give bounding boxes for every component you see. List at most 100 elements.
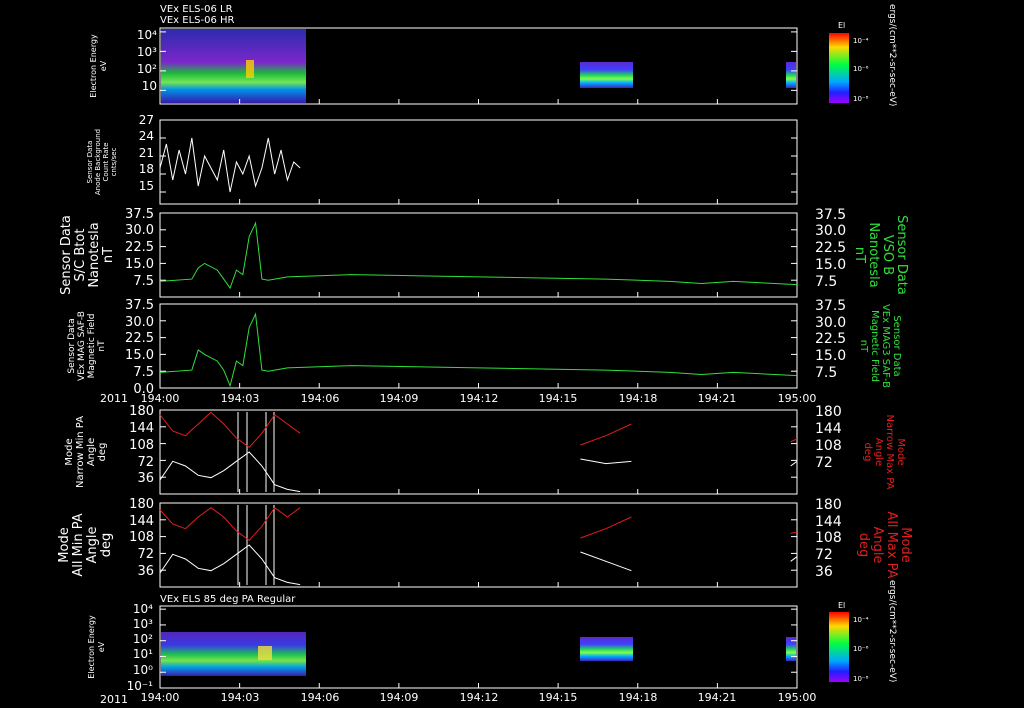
ytick-label: 108 (129, 530, 154, 545)
ylabel-line: nT (101, 247, 116, 263)
panel-6-right-yticks: 36 72 108 144 180 (815, 497, 842, 580)
colorbar-top: El 10⁻⁴ 10⁻⁶ 10⁻⁸ (829, 21, 869, 103)
series-line-green (159, 221, 798, 290)
time-axis-1: 2011 194:00 194:03 194:06 194:09 194:12 … (100, 392, 816, 405)
ylabel-line: Angle (85, 527, 100, 564)
plot-stage: VEx ELS-06 LR VEx ELS-06 HR 10 10² 10³ 1… (57, 4, 913, 706)
right-label-line: deg (862, 443, 873, 462)
right-label-line: Mode (898, 527, 913, 562)
time-tick-label: 194:12 (460, 392, 499, 405)
right-ytick-label: 15.0 (815, 257, 846, 273)
ytick-label: 37.5 (125, 207, 154, 222)
right-label-line: All Max PA (884, 511, 899, 578)
ytick-label: 10² (133, 632, 153, 646)
time-tick-label: 194:06 (301, 691, 340, 704)
ylabel-line: VEx MAG SAF-B (77, 311, 87, 381)
time-tick-label: 194:12 (460, 691, 499, 704)
right-label-line: Angle (873, 438, 884, 466)
ytick-label: 72 (137, 547, 154, 562)
ytick-label: 10 (142, 79, 157, 93)
ylabel-line: deg (99, 533, 114, 558)
time-tick-label: 194:15 (539, 691, 578, 704)
right-label-line: nT (858, 340, 869, 353)
colorbar-bottom: El 10⁻⁴ 10⁻⁶ 10⁻⁸ (829, 601, 869, 683)
right-ytick-label: 180 (815, 404, 842, 420)
pa-spikes (237, 412, 275, 585)
time-tick-label: 194:09 (380, 392, 419, 405)
ylabel-line: Sensor Data (86, 141, 94, 184)
ytick-label: 15 (139, 179, 154, 193)
series-line-white (159, 451, 301, 493)
panel-3-yticks: 7.5 15.0 22.5 30.0 37.5 (125, 207, 154, 289)
ylabel-line: Nanotesla (87, 222, 102, 287)
ytick-label: 10³ (133, 617, 153, 631)
series-line-white (580, 458, 632, 465)
right-ytick-label: 108 (815, 438, 842, 454)
ytick-label: 27 (139, 113, 154, 127)
bottom-title: VEx ELS 85 deg PA Regular (160, 594, 296, 605)
colorbar-label: El (838, 601, 845, 610)
series-line-red (159, 506, 301, 542)
panel-3-ylabel: Sensor Data S/C Btot Nanotesla nT (59, 215, 116, 295)
right-label-line: Magnetic Field (869, 310, 880, 382)
spec-block-lr-3 (786, 62, 796, 88)
series-line-red (790, 531, 798, 534)
ytick-label: 108 (129, 438, 154, 453)
spec-hot-spot (246, 60, 254, 78)
panel-5-right-label: Mode Narrow Max PA Angle deg (862, 415, 906, 490)
colorbar-gradient (829, 33, 849, 103)
panel-7-spectrogram (161, 632, 796, 676)
right-label-line: Sensor Data (894, 215, 909, 295)
series-line-white (159, 137, 301, 193)
data-traces (159, 137, 798, 586)
ytick-label: 7.5 (133, 365, 154, 380)
year-label: 2011 (100, 693, 128, 706)
colorbar-tick: 10⁻⁸ (853, 95, 869, 103)
top-title-1: VEx ELS-06 LR (160, 4, 233, 15)
colorbar-tick: 10⁻⁶ (853, 65, 869, 73)
time-axis-2: 2011 194:00 194:03 194:06 194:09 194:12 … (100, 691, 816, 706)
panel-5-right-yticks: 72 108 144 180 (815, 404, 842, 471)
ytick-label: 72 (137, 455, 154, 470)
series-line-red (159, 411, 301, 449)
series-line-green (159, 312, 798, 388)
ytick-label: 24 (139, 129, 154, 143)
colorbar-unit-label-bottom: ergs/(cm**2-sr-sec-eV) (887, 580, 897, 682)
right-label-line: Mode (895, 438, 906, 465)
right-label-line: nT (852, 247, 867, 263)
right-label-line: VEx MAG3 SAF-B (880, 304, 891, 388)
ytick-label: 10⁰ (133, 663, 153, 677)
spec-block-lr-1 (161, 29, 306, 103)
ytick-label: 144 (129, 514, 154, 529)
ytick-label: 22.5 (125, 331, 154, 346)
colorbar-unit-label-top: ergs/(cm**2-sr-sec-eV) (887, 4, 897, 106)
ytick-label: 7.5 (133, 274, 154, 289)
panel-7-yticks: 10⁻¹ 10⁰ 10¹ 10² 10³ 10⁴ (127, 602, 154, 693)
right-label-line: VSO B (880, 235, 895, 275)
ylabel-line: Sensor Data (67, 318, 77, 373)
right-ytick-label: 144 (815, 514, 842, 530)
ytick-label: 18 (139, 162, 154, 176)
time-tick-label: 194:15 (539, 392, 578, 405)
time-tick-label: 194:18 (619, 392, 658, 405)
ylabel-line: Magnetic Field (87, 314, 97, 379)
spec-block-85-2 (580, 637, 633, 661)
right-ytick-label: 30.0 (815, 223, 846, 239)
ytick-label: 10⁴ (133, 602, 153, 616)
right-label-line: Angle (870, 527, 885, 564)
time-tick-label: 195:00 (778, 392, 817, 405)
series-line-white (790, 460, 798, 467)
year-label: 2011 (100, 392, 128, 405)
series-line-red (580, 516, 632, 539)
ylabel-line: Mode (64, 438, 75, 465)
time-tick-label: 194:06 (301, 392, 340, 405)
ytick-label: 36 (137, 564, 154, 579)
right-label-line: Sensor Data (891, 315, 902, 376)
time-tick-label: 194:03 (221, 691, 260, 704)
time-tick-label: 194:03 (221, 392, 260, 405)
panel-2-frame (159, 119, 798, 205)
right-ytick-label: 72 (815, 455, 833, 471)
ylabel-line: cnts/sec (110, 147, 118, 176)
right-ytick-label: 7.5 (815, 365, 837, 381)
ylabel-line: Electron Energy (87, 615, 96, 679)
